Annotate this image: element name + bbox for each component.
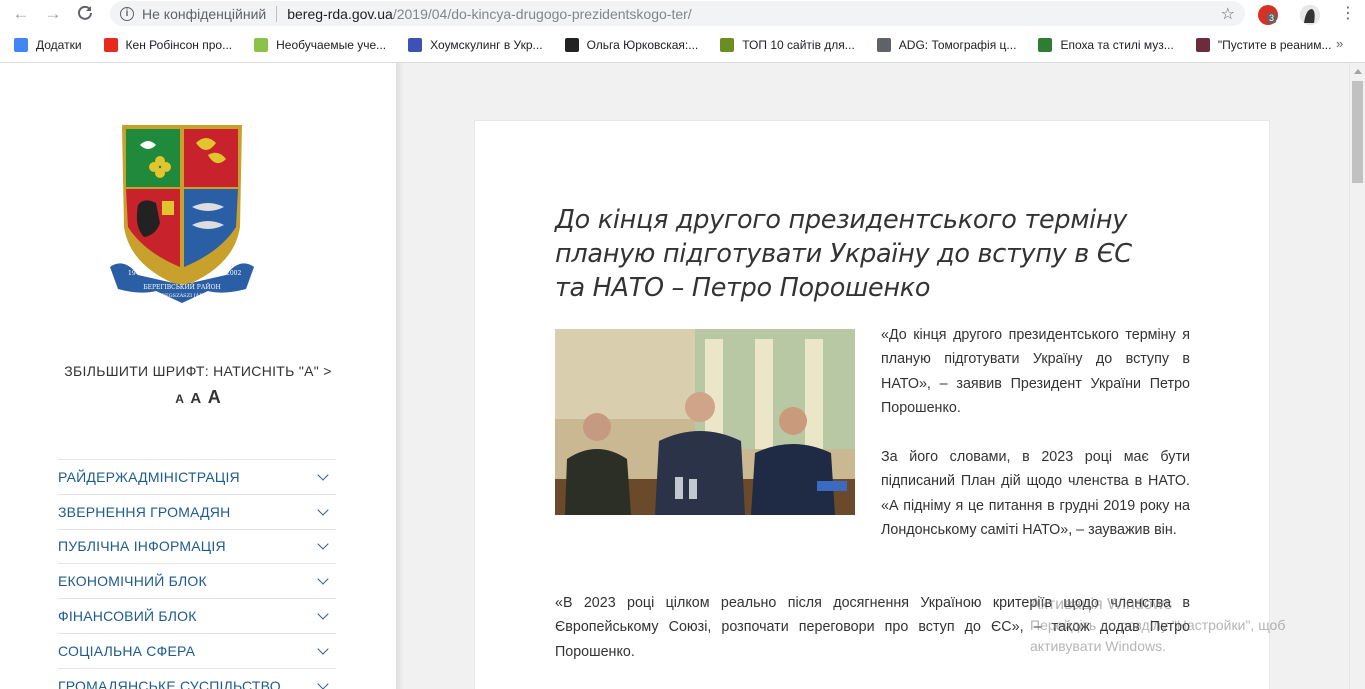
watermark-line-2: Перейдіть до розділу "Настройки", щоб — [1030, 617, 1286, 633]
extension-badge: 3 — [1267, 13, 1277, 23]
mountain-icon — [1038, 38, 1053, 52]
spiral-icon — [564, 38, 579, 52]
sidebar-menu-label: РАЙДЕРЖАДМІНІСТРАЦІЯ — [58, 468, 240, 485]
svg-text:1945: 1945 — [128, 270, 143, 277]
bookmark-label: "Пустите в реаним... — [1217, 38, 1332, 52]
sidebar-menu-label: СОЦІАЛЬНА СФЕРА — [58, 642, 196, 659]
bookmark-item[interactable]: "Пустите в реаним... — [1195, 38, 1332, 52]
sidebar-menu-item[interactable]: ЕКОНОМІЧНИЙ БЛОК — [58, 564, 336, 600]
chevron-down-icon[interactable] — [317, 678, 329, 689]
bookmark-item[interactable]: Кен Робінсон про... — [103, 38, 233, 52]
more-menu-icon[interactable]: ⋮ — [1340, 5, 1356, 23]
sidebar-menu: РАЙДЕРЖАДМІНІСТРАЦІЯ ЗВЕРНЕННЯ ГРОМАДЯН ПУ… — [58, 459, 336, 689]
url-path: /2019/04/do-kincya-drugogo-prezidentskog… — [392, 5, 692, 22]
bookmark-label: Необучаемые уче... — [276, 38, 387, 52]
sidebar-menu-item[interactable]: СОЦІАЛЬНА СФЕРА — [58, 634, 336, 669]
apps-grid-icon — [14, 38, 28, 52]
bookmark-label: Хоумскулинг в Укр... — [430, 38, 543, 52]
bookmark-label: Кен Робінсон про... — [125, 38, 233, 52]
bookmark-item[interactable]: ТОП 10 сайтів для... — [720, 38, 855, 52]
bookmark-item[interactable]: Епоха та стилі муз... — [1038, 38, 1174, 52]
sidebar-menu-item[interactable]: ЗВЕРНЕННЯ ГРОМАДЯН — [58, 495, 336, 530]
watermark-line-3: активувати Windows. — [1030, 638, 1166, 654]
sidebar: 1945 2002 БЕРЕГІВСЬКИЙ РАЙОН BEREGSZÁSZI… — [0, 63, 396, 689]
chevron-down-icon[interactable] — [317, 573, 329, 585]
profile-avatar[interactable] — [1300, 5, 1320, 25]
bookmark-item[interactable]: Ольга Юрковская:... — [564, 38, 699, 52]
article-title: До кінця другого президентського терміну… — [555, 205, 1132, 303]
back-arrow-icon[interactable]: ← — [10, 3, 32, 25]
extension-icon[interactable]: 3 — [1258, 5, 1278, 25]
address-bar[interactable]: i Не конфіденційний bereg-rda.gov.ua/201… — [110, 1, 1245, 26]
chevron-down-icon[interactable] — [317, 504, 329, 516]
watermark-line-1: Активація Windows — [1030, 596, 1173, 613]
sidebar-menu-item[interactable]: ГРОМАДЯНСЬКЕ СУСПІЛЬСТВО — [58, 669, 336, 689]
book-icon — [720, 38, 735, 52]
article-paragraph-1: «До кінця другого президентського термін… — [881, 327, 1190, 416]
sidebar-menu-label: ГРОМАДЯНСЬКЕ СУСПІЛЬСТВО — [58, 677, 281, 689]
bookmark-item[interactable]: Необучаемые уче... — [254, 38, 386, 52]
bookmark-label: ТОП 10 сайтів для... — [742, 38, 855, 52]
sidebar-menu-label: ПУБЛІЧНА ІНФОРМАЦІЯ — [58, 538, 226, 555]
page-icon — [876, 38, 891, 52]
svg-text:БЕРЕГІВСЬКИЙ РАЙОН: БЕРЕГІВСЬКИЙ РАЙОН — [143, 283, 221, 291]
bookmark-star-icon[interactable]: ☆ — [1221, 4, 1235, 24]
font-size-controls: A A A — [58, 387, 338, 408]
article-photo — [555, 329, 855, 515]
url-host: bereg-rda.gov.ua — [287, 5, 393, 22]
svg-text:2002: 2002 — [226, 270, 241, 277]
article-paragraph-2: За його словами, в 2023 році має бути пі… — [881, 449, 1190, 538]
font-size-label: ЗБІЛЬШИТИ ШРИФТ: НАТИСНІТЬ "А" > — [64, 363, 332, 379]
forward-arrow-icon[interactable]: → — [42, 3, 64, 25]
sidebar-menu-label: ЗВЕРНЕННЯ ГРОМАДЯН — [58, 503, 231, 520]
bookmark-label: Ольга Юрковская:... — [586, 38, 699, 52]
scroll-up-arrow-icon[interactable] — [1354, 69, 1362, 74]
sidebar-menu-item[interactable]: РАЙДЕРЖАДМІНІСТРАЦІЯ — [58, 460, 336, 495]
chevron-down-icon[interactable] — [317, 608, 329, 620]
sidebar-menu-label: ЕКОНОМІЧНИЙ БЛОК — [58, 573, 207, 590]
windows-activation-watermark: Активація Windows Перейдіть до розділу "… — [1030, 594, 1285, 657]
chevron-down-icon[interactable] — [317, 538, 329, 551]
sun-icon — [254, 38, 269, 52]
bookmark-label: ADG: Томографія ц... — [898, 38, 1017, 52]
chevron-down-icon[interactable] — [317, 643, 329, 655]
ted-t-icon — [103, 38, 118, 52]
sidebar-shadow — [396, 63, 404, 689]
bookmarks-overflow-icon[interactable]: » — [1336, 36, 1343, 51]
chevron-down-icon[interactable] — [317, 469, 329, 481]
sidebar-menu-item[interactable]: ПУБЛІЧНА ІНФОРМАЦІЯ — [58, 530, 336, 565]
font-size-medium-button[interactable]: A — [190, 390, 201, 407]
svg-text:BEREGSZÁSZI JÁRÁS: BEREGSZÁSZI JÁRÁS — [154, 292, 211, 299]
sidebar-menu-label: ФІНАНСОВИЙ БЛОК — [58, 608, 197, 625]
sidebar-menu-item[interactable]: ФІНАНСОВИЙ БЛОК — [58, 599, 336, 634]
bookmarks-bar: Додатки Кен Робінсон про... Необучаемые уч… — [0, 32, 1365, 58]
bookmark-label: Додатки — [36, 38, 82, 52]
page-scrollbar[interactable] — [1349, 63, 1365, 689]
scrollbar-thumb[interactable] — [1352, 81, 1363, 183]
info-icon[interactable]: i — [120, 6, 134, 21]
address-separator — [276, 5, 278, 22]
font-size-small-button[interactable]: A — [175, 392, 184, 406]
zh-icon — [1195, 38, 1210, 52]
browser-toolbar: ← → i Не конфіденційний bereg-rda.gov.ua… — [0, 0, 1365, 28]
security-label: Не конфіденційний — [142, 5, 267, 22]
district-coat-of-arms: 1945 2002 БЕРЕГІВСЬКИЙ РАЙОН BEREGSZÁSZI… — [110, 125, 254, 303]
bookmark-item[interactable]: Додатки — [14, 38, 82, 52]
font-size-large-button[interactable]: A — [208, 387, 221, 407]
bookmark-label: Епоха та стилі муз... — [1060, 38, 1174, 52]
bookmark-item[interactable]: ADG: Томографія ц... — [876, 38, 1017, 52]
palette-icon — [408, 38, 423, 52]
bookmark-item[interactable]: Хоумскулинг в Укр... — [408, 38, 543, 52]
reload-icon[interactable] — [74, 2, 96, 24]
